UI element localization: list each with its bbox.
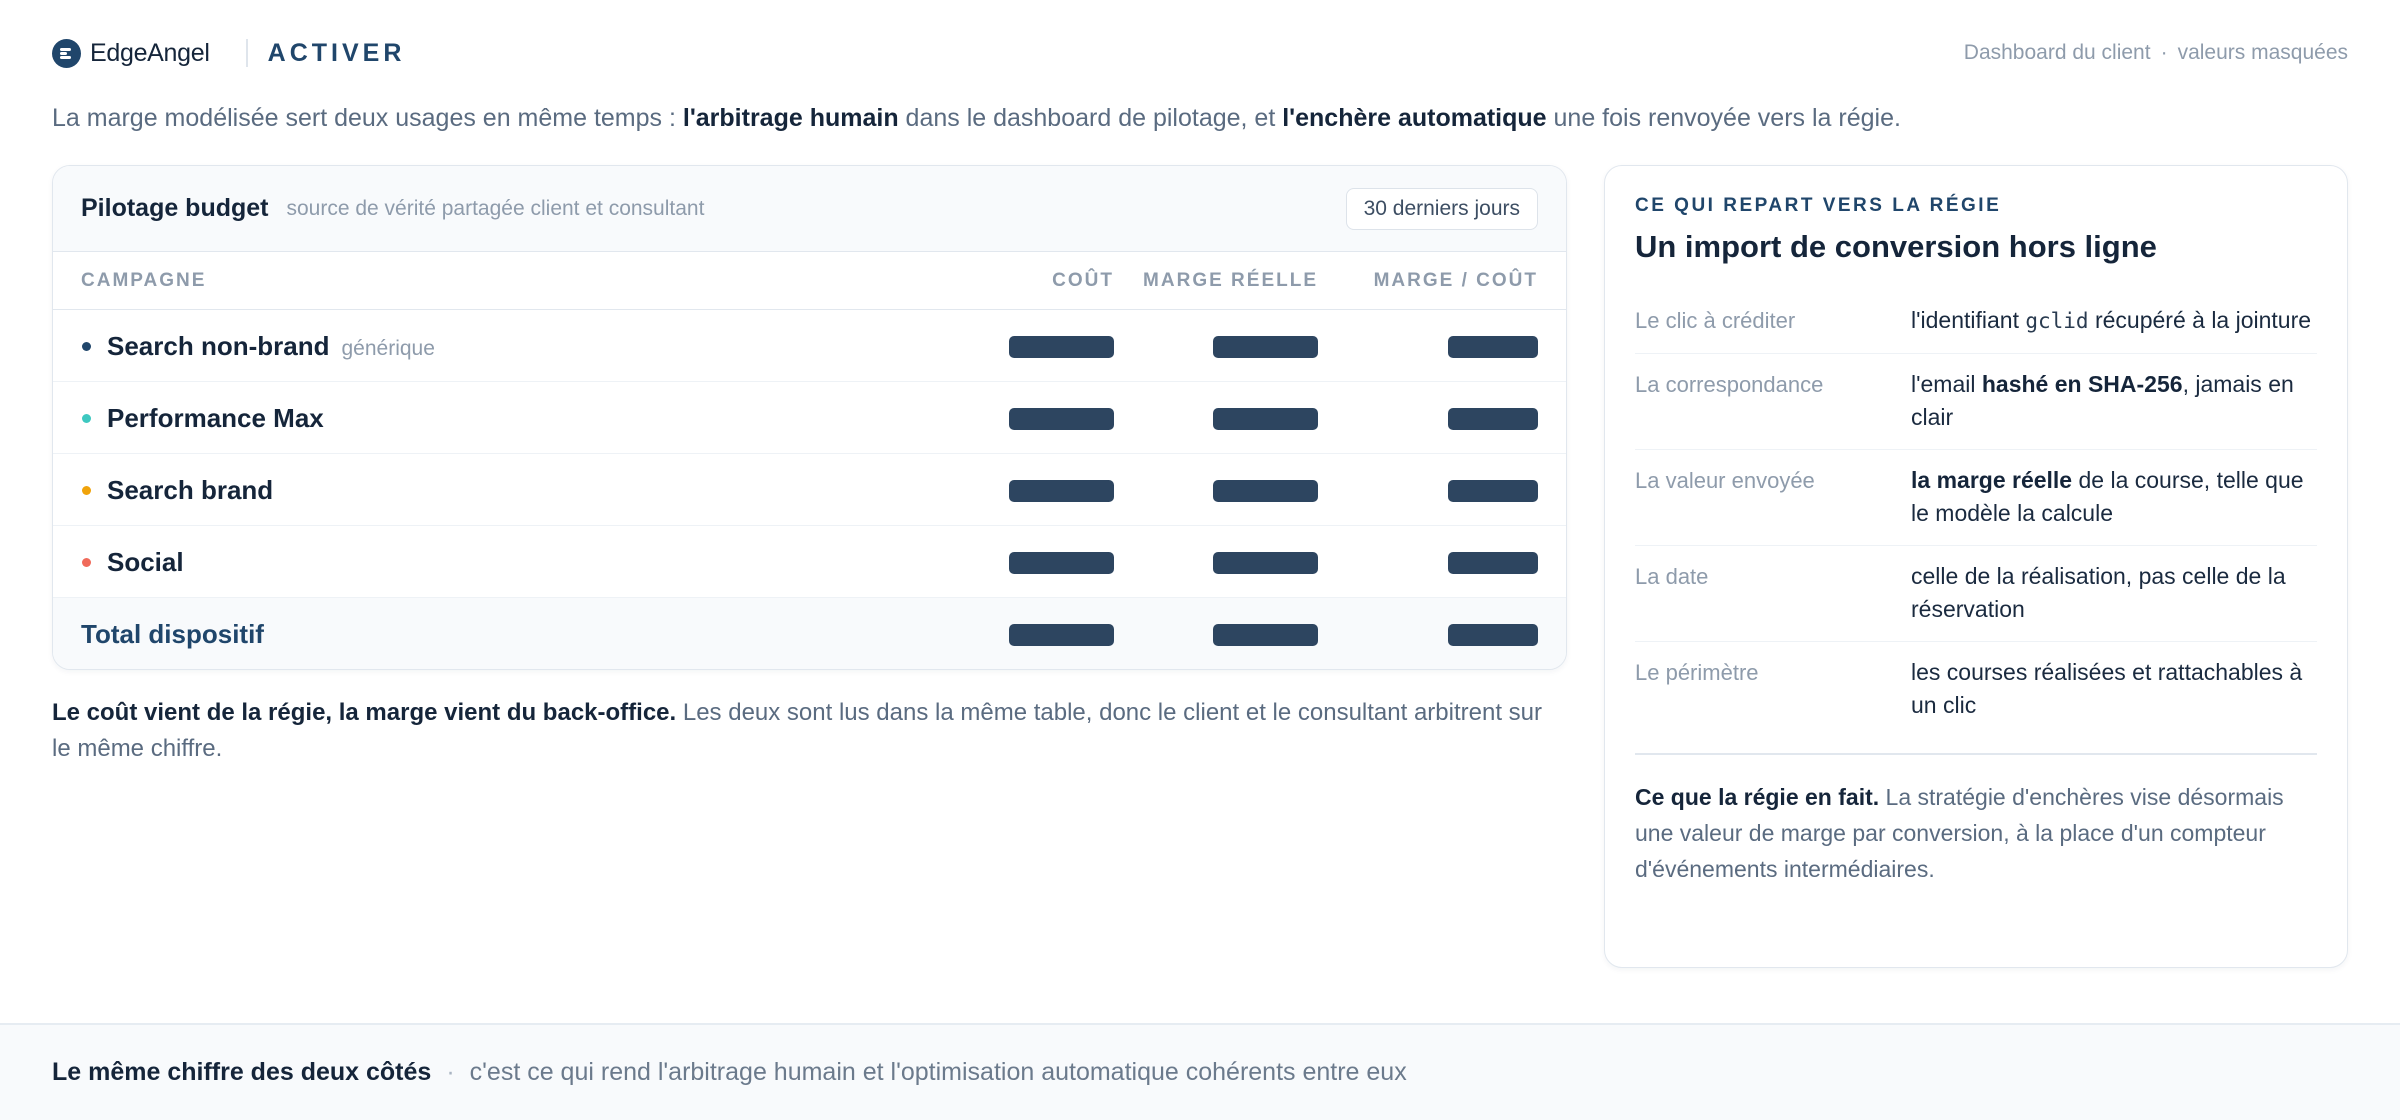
table-row[interactable]: Performance Max bbox=[53, 382, 1566, 454]
masked-cost-value bbox=[1009, 552, 1114, 574]
masked-marge-value bbox=[1213, 408, 1318, 430]
campaign-dot-icon bbox=[82, 414, 91, 423]
brand-logo[interactable]: EdgeAngel bbox=[52, 38, 210, 68]
column-header-campaign[interactable]: CAMPAGNE bbox=[81, 252, 206, 310]
spec-text: l'identifiant bbox=[1911, 307, 2026, 333]
conversion-import-panel: CE QUI REPART VERS LA RÉGIE Un import de… bbox=[1604, 165, 2348, 968]
brand-name: EdgeAngel bbox=[90, 38, 210, 67]
section-title: ACTIVER bbox=[267, 38, 406, 67]
campaign-name: Search brand bbox=[107, 475, 274, 505]
campaign-dot-icon bbox=[82, 558, 91, 567]
intro-part: une fois renvoyée vers la régie. bbox=[1546, 104, 1901, 132]
spec-text: l'email bbox=[1911, 371, 1982, 397]
spec-label: La correspondance bbox=[1635, 372, 1824, 397]
spec-value: celle de la réalisation, pas celle de la… bbox=[1911, 563, 2286, 622]
table-row[interactable]: Search non-brand générique bbox=[53, 310, 1566, 382]
panel-footer-emphasis: Ce que la régie en fait. bbox=[1635, 783, 1880, 810]
brand-mark-icon bbox=[52, 38, 81, 68]
spec-value: la marge réelle de la course, telle que … bbox=[1911, 464, 2317, 530]
campaign-tag: générique bbox=[341, 337, 435, 360]
intro-emphasis: l'enchère automatique bbox=[1282, 104, 1547, 132]
panel-divider bbox=[1635, 753, 2317, 755]
spec-label: Le clic à créditer bbox=[1635, 308, 1796, 333]
table-body: Search non-brand générique Performance Ma… bbox=[53, 310, 1566, 669]
spec-value: l'identifiant gclid récupéré à la jointu… bbox=[1911, 304, 2317, 338]
spec-row: La date celle de la réalisation, pas cel… bbox=[1635, 546, 2317, 642]
banner-title: Le même chiffre des deux côtés bbox=[52, 1058, 432, 1086]
intro-part: La marge modélisée sert deux usages en m… bbox=[52, 104, 683, 132]
context-label: Dashboard du client bbox=[1963, 41, 2151, 64]
masked-marge-value bbox=[1213, 480, 1318, 502]
campaign-dot-icon bbox=[82, 486, 91, 495]
budget-subtitle: source de vérité partagée client et cons… bbox=[286, 196, 705, 220]
masked-marge-value bbox=[1213, 552, 1318, 574]
panel-footer-text: Ce que la régie en fait. La stratégie d'… bbox=[1635, 779, 2317, 887]
spec-row: Le clic à créditer l'identifiant gclid r… bbox=[1635, 290, 2317, 354]
table-row[interactable]: Search brand bbox=[53, 454, 1566, 526]
campaign-dot-icon bbox=[82, 342, 91, 351]
column-header-ratio[interactable]: MARGE / COÛT bbox=[1374, 252, 1538, 310]
spec-emphasis: hashé en SHA-256 bbox=[1981, 371, 2183, 397]
header-context: Dashboard du client · valeurs masquées bbox=[1964, 41, 2348, 65]
intro-emphasis: l'arbitrage humain bbox=[682, 104, 899, 132]
intro-text: La marge modélisée sert deux usages en m… bbox=[52, 100, 2348, 136]
header-divider bbox=[245, 39, 248, 67]
column-header-cost[interactable]: COÛT bbox=[1052, 252, 1114, 310]
campaign-label: Search non-brand bbox=[107, 331, 330, 361]
top-bar: EdgeAngel ACTIVER Dashboard du client · va… bbox=[52, 32, 2348, 74]
masked-total-marge bbox=[1213, 624, 1318, 646]
campaign-name: Social bbox=[107, 547, 184, 577]
table-row[interactable]: Social bbox=[53, 526, 1566, 598]
spec-row: La correspondance l'email hashé en SHA-2… bbox=[1635, 354, 2317, 450]
campaign-name: Performance Max bbox=[107, 403, 324, 433]
total-label: Total dispositif bbox=[81, 619, 264, 649]
spec-value: l'email hashé en SHA-256, jamais en clai… bbox=[1911, 368, 2317, 434]
spec-row: La valeur envoyée la marge réelle de la … bbox=[1635, 450, 2317, 546]
intro-part: dans le dashboard de pilotage, et bbox=[898, 104, 1283, 132]
spec-code: gclid bbox=[2025, 309, 2089, 333]
spec-text: récupéré à la jointure bbox=[2088, 307, 2312, 333]
masked-ratio-value bbox=[1448, 336, 1538, 358]
masked-marge-value bbox=[1213, 336, 1318, 358]
banner-separator: · bbox=[446, 1058, 455, 1086]
period-selector-button[interactable]: 30 derniers jours bbox=[1345, 187, 1538, 230]
masked-cost-value bbox=[1009, 480, 1114, 502]
spec-value: les courses réalisées et rattachables à … bbox=[1911, 659, 2303, 718]
spec-label: La valeur envoyée bbox=[1635, 468, 1815, 493]
masked-cost-value bbox=[1009, 408, 1114, 430]
banner-text: c'est ce qui rend l'arbitrage humain et … bbox=[469, 1058, 1407, 1086]
panel-title: Un import de conversion hors ligne bbox=[1635, 229, 2157, 264]
campaign-name: Search non-brand générique bbox=[107, 310, 435, 385]
budget-title: Pilotage budget bbox=[81, 194, 269, 222]
spec-label: La date bbox=[1635, 564, 1709, 589]
panel-kicker: CE QUI REPART VERS LA RÉGIE bbox=[1635, 195, 2002, 216]
masked-ratio-value bbox=[1448, 552, 1538, 574]
budget-card: Pilotage budget source de vérité partagé… bbox=[52, 165, 1567, 670]
table-header: CAMPAGNE COÛT MARGE RÉELLE MARGE / COÛT bbox=[53, 252, 1566, 310]
column-header-marge[interactable]: MARGE RÉELLE bbox=[1143, 252, 1318, 310]
masked-ratio-value bbox=[1448, 408, 1538, 430]
note-emphasis: Le coût vient de la régie, la marge vien… bbox=[52, 699, 677, 726]
masked-total-cost bbox=[1009, 624, 1114, 646]
masked-cost-value bbox=[1009, 336, 1114, 358]
budget-card-header: Pilotage budget source de vérité partagé… bbox=[53, 166, 1566, 252]
spec-label: Le périmètre bbox=[1635, 660, 1759, 685]
context-separator: · bbox=[2160, 41, 2168, 64]
spec-list: Le clic à créditer l'identifiant gclid r… bbox=[1635, 290, 2317, 737]
masked-ratio-value bbox=[1448, 480, 1538, 502]
masked-total-ratio bbox=[1448, 624, 1538, 646]
context-note: valeurs masquées bbox=[2177, 41, 2348, 64]
spec-emphasis: la marge réelle bbox=[1911, 467, 2073, 493]
budget-note: Le coût vient de la régie, la marge vien… bbox=[52, 695, 1567, 767]
spec-row: Le périmètre les courses réalisées et ra… bbox=[1635, 642, 2317, 737]
table-total-row: Total dispositif bbox=[53, 598, 1566, 669]
bottom-banner: Le même chiffre des deux côtés · c'est c… bbox=[0, 1023, 2400, 1120]
